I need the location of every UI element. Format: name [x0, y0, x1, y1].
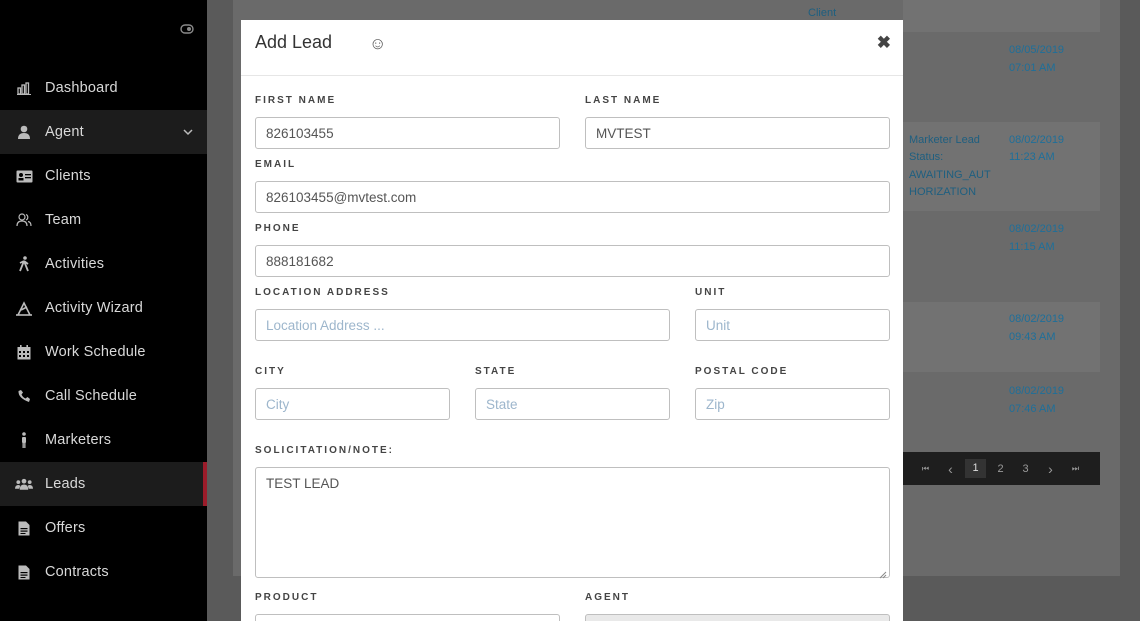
- status-text: HORIZATION: [909, 186, 977, 198]
- last-name-input[interactable]: MVTEST: [585, 117, 890, 149]
- smiley-icon[interactable]: ☺: [369, 34, 386, 54]
- date-cell: 08/02/2019: [1009, 313, 1065, 325]
- postal-code-input[interactable]: Zip: [695, 388, 890, 420]
- state-input[interactable]: State: [475, 388, 670, 420]
- sidebar-item-activity-wizard[interactable]: Activity Wizard: [0, 286, 207, 330]
- first-page-icon[interactable]: ⏮: [913, 464, 938, 474]
- last-page-icon[interactable]: ⏭: [1063, 464, 1088, 474]
- phone-field[interactable]: 888181682: [255, 245, 890, 277]
- wizard-icon: [15, 299, 33, 317]
- time-cell: 07:01 AM: [1009, 62, 1056, 74]
- file-icon: [15, 563, 33, 581]
- page-2-button[interactable]: 2: [988, 463, 1013, 475]
- sidebar-item-label: Work Schedule: [45, 344, 146, 360]
- location-address-label: LOCATION ADDRESS: [255, 287, 390, 298]
- add-lead-modal: Add Lead ☺ ✖ FIRST NAME LAST NAME 826103…: [241, 20, 903, 621]
- date-cell: 08/02/2019: [1009, 223, 1065, 235]
- sidebar-toggle-icon[interactable]: [180, 22, 194, 34]
- sidebar-item-label: Team: [45, 212, 82, 228]
- file-icon: [15, 519, 33, 537]
- close-icon[interactable]: ✖: [877, 33, 891, 53]
- sidebar-item-label: Leads: [45, 476, 86, 492]
- sidebar-item-label: Clients: [45, 168, 91, 184]
- prev-page-icon[interactable]: ‹: [938, 461, 963, 477]
- modal-header: Add Lead ☺ ✖: [241, 20, 903, 76]
- note-textarea[interactable]: TEST LEAD: [255, 467, 890, 579]
- sidebar-item-label: Activities: [45, 256, 105, 272]
- sidebar-item-contracts[interactable]: Contracts: [0, 550, 207, 594]
- agent-label: AGENT: [585, 592, 630, 603]
- users-icon: [15, 211, 33, 229]
- modal-title: Add Lead: [255, 32, 333, 52]
- state-label: STATE: [475, 366, 517, 377]
- product-label: PRODUCT: [255, 592, 319, 603]
- last-name-label: LAST NAME: [585, 95, 662, 106]
- walking-icon: [15, 255, 33, 273]
- page-1-button[interactable]: 1: [965, 459, 986, 478]
- sidebar-item-offers[interactable]: Offers: [0, 506, 207, 550]
- sidebar-item-team[interactable]: Team: [0, 198, 207, 242]
- sidebar-item-activities[interactable]: Activities: [0, 242, 207, 286]
- location-address-input[interactable]: Location Address ...: [255, 309, 670, 341]
- email-field[interactable]: 826103455@mvtest.com: [255, 181, 890, 213]
- date-cell: 08/02/2019: [1009, 134, 1065, 146]
- first-name-label: FIRST NAME: [255, 95, 337, 106]
- page-3-button[interactable]: 3: [1013, 463, 1038, 475]
- unit-input[interactable]: Unit: [695, 309, 890, 341]
- user-icon: [15, 123, 33, 141]
- sidebar-item-label: Activity Wizard: [45, 300, 144, 316]
- person-icon: [15, 431, 33, 449]
- sidebar-item-call-schedule[interactable]: Call Schedule: [0, 374, 207, 418]
- table-row: [903, 0, 1100, 32]
- calendar-icon: [15, 343, 33, 361]
- postal-code-label: POSTAL CODE: [695, 366, 789, 377]
- sidebar-item-dashboard[interactable]: Dashboard: [0, 66, 207, 110]
- agent-select[interactable]: [585, 614, 890, 621]
- sidebar-item-leads[interactable]: Leads: [0, 462, 207, 506]
- sidebar-item-label: Offers: [45, 520, 86, 536]
- status-text: Marketer Lead: [909, 134, 980, 146]
- time-cell: 11:15 AM: [1009, 241, 1055, 253]
- sidebar: Dashboard Agent Clients Team Activities …: [0, 0, 207, 621]
- next-page-icon[interactable]: ›: [1038, 461, 1063, 477]
- sidebar-item-clients[interactable]: Clients: [0, 154, 207, 198]
- city-input[interactable]: City: [255, 388, 450, 420]
- pagination: ⏮ ‹ 1 2 3 › ⏭: [903, 452, 1100, 485]
- sidebar-item-agent[interactable]: Agent: [0, 110, 207, 154]
- sidebar-nav: Dashboard Agent Clients Team Activities …: [0, 66, 207, 594]
- sidebar-item-label: Call Schedule: [45, 388, 138, 404]
- phone-icon: [15, 387, 33, 405]
- time-cell: 07:46 AM: [1009, 403, 1056, 415]
- first-name-input[interactable]: 826103455: [255, 117, 560, 149]
- chevron-down-icon[interactable]: [183, 124, 193, 140]
- sidebar-item-label: Contracts: [45, 564, 109, 580]
- sidebar-item-label: Agent: [45, 124, 84, 140]
- sidebar-item-marketers[interactable]: Marketers: [0, 418, 207, 462]
- time-cell: 11:23 AM: [1009, 151, 1055, 163]
- product-select[interactable]: [255, 614, 560, 621]
- email-label: EMAIL: [255, 159, 297, 170]
- note-text: TEST LEAD: [266, 476, 340, 491]
- status-text: Status:: [909, 151, 944, 163]
- time-cell: 09:43 AM: [1009, 331, 1056, 343]
- group-icon: [15, 475, 33, 493]
- sidebar-item-work-schedule[interactable]: Work Schedule: [0, 330, 207, 374]
- sidebar-item-label: Dashboard: [45, 80, 118, 96]
- resize-handle-icon[interactable]: [879, 567, 887, 579]
- id-card-icon: [15, 167, 33, 185]
- phone-label: PHONE: [255, 223, 301, 234]
- date-cell: 08/02/2019: [1009, 385, 1065, 397]
- bar-chart-icon: [15, 79, 33, 97]
- unit-label: UNIT: [695, 287, 727, 298]
- status-text: AWAITING_AUT: [909, 169, 991, 181]
- date-cell: 08/05/2019: [1009, 44, 1065, 56]
- city-label: CITY: [255, 366, 286, 377]
- note-label: SOLICITATION/NOTE:: [255, 445, 394, 456]
- table-row: [903, 302, 1100, 372]
- sidebar-item-label: Marketers: [45, 432, 112, 448]
